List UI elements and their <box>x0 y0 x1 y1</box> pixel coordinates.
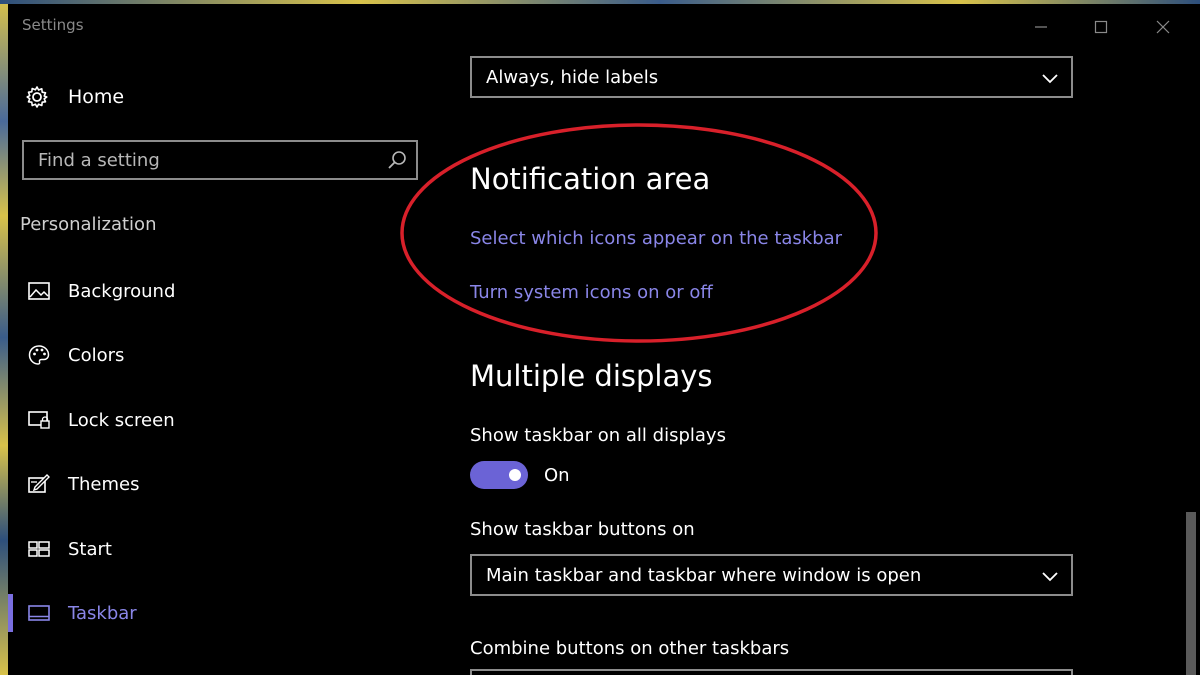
taskbar-labels-dropdown[interactable]: Always, hide labels <box>470 56 1073 98</box>
sidebar-item-label: Start <box>68 538 112 560</box>
section-label-personalization: Personalization <box>20 214 157 235</box>
window-title: Settings <box>22 16 84 34</box>
image-icon <box>26 278 52 304</box>
gear-icon <box>26 86 48 108</box>
close-icon <box>1156 20 1170 34</box>
label-show-taskbar-all-displays: Show taskbar on all displays <box>470 425 726 446</box>
sidebar-item-label: Themes <box>68 473 140 495</box>
settings-window: Settings Home Find a setting Personaliza… <box>0 0 1200 675</box>
taskbar-buttons-on-dropdown[interactable]: Main taskbar and taskbar where window is… <box>470 554 1073 596</box>
maximize-button[interactable] <box>1086 12 1116 42</box>
start-icon <box>26 536 52 562</box>
sidebar-item-label: Taskbar <box>68 602 137 624</box>
home-label: Home <box>68 86 125 108</box>
chevron-down-icon <box>1042 74 1058 84</box>
sidebar-item-lock-screen[interactable]: Lock screen <box>8 397 428 443</box>
search-input[interactable] <box>24 142 374 178</box>
sidebar: Home Personalization Background Colors <box>8 48 428 675</box>
search-icon <box>388 151 406 169</box>
search-button[interactable] <box>386 149 408 171</box>
sidebar-item-start[interactable]: Start <box>8 526 428 572</box>
label-show-taskbar-buttons-on: Show taskbar buttons on <box>470 519 695 540</box>
combine-buttons-dropdown[interactable] <box>470 669 1073 675</box>
show-taskbar-toggle-row: On <box>470 460 570 490</box>
show-taskbar-toggle[interactable] <box>470 461 528 489</box>
scrollbar-thumb[interactable] <box>1186 512 1196 675</box>
sidebar-item-themes[interactable]: Themes <box>8 461 428 507</box>
heading-multiple-displays: Multiple displays <box>470 359 713 393</box>
link-system-icons[interactable]: Turn system icons on or off <box>470 282 713 303</box>
maximize-icon <box>1094 20 1108 34</box>
main-content: Always, hide labels Notification area Se… <box>470 48 1170 675</box>
lock-screen-icon <box>26 407 52 433</box>
minimize-button[interactable] <box>1026 12 1056 42</box>
active-indicator <box>8 594 13 632</box>
close-button[interactable] <box>1148 12 1178 42</box>
themes-icon <box>26 471 52 497</box>
search-box[interactable] <box>22 140 418 180</box>
sidebar-item-label: Background <box>68 280 176 302</box>
sidebar-item-colors[interactable]: Colors <box>8 332 428 378</box>
chevron-down-icon <box>1042 572 1058 582</box>
label-combine-buttons: Combine buttons on other taskbars <box>470 638 790 659</box>
toggle-knob <box>509 469 521 481</box>
dropdown-value: Main taskbar and taskbar where window is… <box>486 564 922 586</box>
minimize-icon <box>1035 26 1047 28</box>
link-select-taskbar-icons[interactable]: Select which icons appear on the taskbar <box>470 228 842 249</box>
sidebar-item-background[interactable]: Background <box>8 268 428 314</box>
heading-notification-area: Notification area <box>470 162 711 196</box>
sidebar-item-taskbar[interactable]: Taskbar <box>8 590 428 636</box>
desktop-edge <box>0 0 8 675</box>
title-bar: Settings <box>8 4 1200 48</box>
sidebar-item-label: Colors <box>68 344 125 366</box>
taskbar-icon <box>26 600 52 626</box>
palette-icon <box>26 342 52 368</box>
dropdown-value: Always, hide labels <box>486 66 659 88</box>
sidebar-item-label: Lock screen <box>68 409 175 431</box>
toggle-state-label: On <box>544 464 570 486</box>
sidebar-item-home[interactable]: Home <box>24 82 124 112</box>
